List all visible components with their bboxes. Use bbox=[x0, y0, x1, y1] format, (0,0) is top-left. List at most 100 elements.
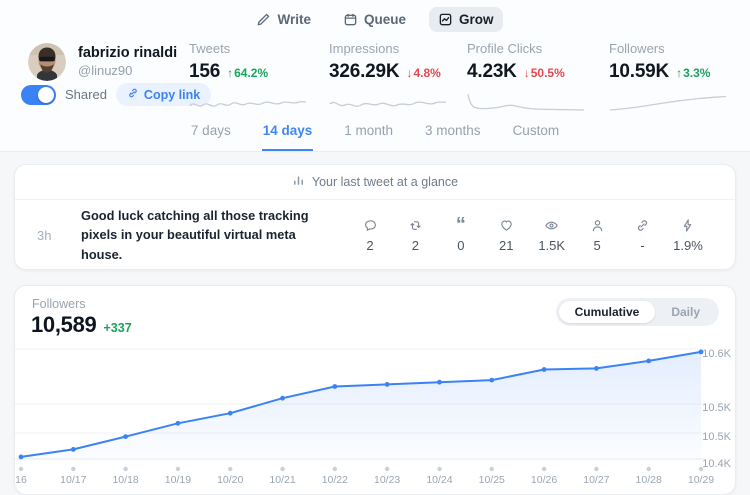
like-icon bbox=[499, 217, 514, 233]
stat-followers: Followers 10.59K ↑ 3.3% bbox=[609, 41, 741, 115]
svg-text:10/22: 10/22 bbox=[322, 474, 348, 486]
profile-clicks-sparkline bbox=[467, 91, 585, 115]
svg-text:10.6K: 10.6K bbox=[702, 348, 731, 360]
toggle-knob bbox=[38, 87, 54, 103]
followers-card: Followers 10,589 +337 Cumulative Daily 1… bbox=[14, 285, 736, 495]
stat-label: Profile Clicks bbox=[467, 41, 599, 56]
queue-button[interactable]: Queue bbox=[334, 7, 415, 32]
metric-value: 1.5K bbox=[538, 238, 565, 253]
svg-text:10/29: 10/29 bbox=[688, 474, 714, 486]
svg-text:10/20: 10/20 bbox=[217, 474, 243, 486]
glance-header: Your last tweet at a glance bbox=[15, 165, 735, 200]
svg-text:10.5K: 10.5K bbox=[702, 402, 731, 414]
queue-label: Queue bbox=[364, 12, 406, 27]
stat-delta: ↑ 64.2% bbox=[227, 66, 268, 80]
tweet-metrics: 2 2 “ 0 21 1.5K 5 bbox=[333, 217, 713, 253]
metric-engagement: 1.9% bbox=[673, 217, 703, 253]
shared-label: Shared bbox=[65, 87, 107, 102]
stat-label: Followers bbox=[609, 41, 741, 56]
tab-3-months[interactable]: 3 months bbox=[424, 117, 482, 151]
shared-toggle[interactable] bbox=[21, 85, 56, 105]
metric-quotes: “ 0 bbox=[446, 217, 476, 253]
metric-replies: 2 bbox=[355, 217, 385, 253]
metric-likes: 21 bbox=[491, 217, 521, 253]
grow-button[interactable]: Grow bbox=[429, 7, 503, 32]
tweet-row: 3h Good luck catching all those tracking… bbox=[15, 200, 735, 270]
link-clicks-icon bbox=[635, 217, 650, 233]
svg-text:10/21: 10/21 bbox=[269, 474, 295, 486]
chart-mode-toggle: Cumulative Daily bbox=[556, 298, 719, 326]
profile-name: fabrizio rinaldi bbox=[78, 45, 177, 61]
header: Write Queue Grow fabrizio rinaldi @linuz… bbox=[0, 0, 750, 152]
tweets-sparkline bbox=[189, 91, 307, 115]
engagement-icon bbox=[680, 217, 695, 233]
metric-value: - bbox=[640, 238, 644, 253]
metric-value: 1.9% bbox=[673, 238, 703, 253]
metric-value: 2 bbox=[412, 238, 419, 253]
last-tweet-card: Your last tweet at a glance 3h Good luck… bbox=[14, 164, 736, 270]
svg-text:10.4K: 10.4K bbox=[702, 458, 731, 470]
svg-text:10/24: 10/24 bbox=[426, 474, 452, 486]
daily-segment[interactable]: Daily bbox=[655, 301, 716, 323]
quote-icon: “ bbox=[456, 217, 466, 233]
metric-value: 2 bbox=[366, 238, 373, 253]
followers-chart[interactable]: 10.6K 10.5K 10.5K 10.4K 16 10/17 10/18 10/19 10/… bbox=[15, 334, 737, 494]
svg-text:10/18: 10/18 bbox=[112, 474, 138, 486]
top-nav: Write Queue Grow bbox=[0, 7, 750, 32]
avatar bbox=[28, 43, 66, 81]
metric-value: 21 bbox=[499, 238, 513, 253]
stat-value: 4.23K bbox=[467, 61, 517, 83]
tab-14-days[interactable]: 14 days bbox=[262, 117, 314, 151]
svg-text:10/27: 10/27 bbox=[583, 474, 609, 486]
svg-text:10/25: 10/25 bbox=[479, 474, 505, 486]
stat-delta: ↓ 50.5% bbox=[524, 66, 565, 80]
stat-value: 326.29K bbox=[329, 61, 399, 83]
stat-label: Tweets bbox=[189, 41, 321, 56]
svg-text:10/28: 10/28 bbox=[636, 474, 662, 486]
metric-value: 5 bbox=[593, 238, 600, 253]
metric-profile-visits: 5 bbox=[582, 217, 612, 253]
tweet-text: Good luck catching all those tracking pi… bbox=[81, 206, 333, 264]
stat-delta: ↑ 3.3% bbox=[676, 66, 710, 80]
pencil-icon bbox=[256, 12, 271, 27]
cumulative-segment[interactable]: Cumulative bbox=[559, 301, 656, 323]
range-tabs: 7 days 14 days 1 month 3 months Custom bbox=[0, 117, 750, 151]
stat-value: 156 bbox=[189, 61, 220, 83]
stat-label: Impressions bbox=[329, 41, 461, 56]
tab-custom[interactable]: Custom bbox=[512, 117, 561, 151]
stat-value: 10.59K bbox=[609, 61, 669, 83]
stat-delta: ↓ 4.8% bbox=[406, 66, 440, 80]
svg-text:10.5K: 10.5K bbox=[702, 431, 731, 443]
svg-text:10/26: 10/26 bbox=[531, 474, 557, 486]
followers-delta: +337 bbox=[104, 321, 132, 335]
stat-tweets: Tweets 156 ↑ 64.2% bbox=[189, 41, 321, 115]
calendar-icon bbox=[343, 12, 358, 27]
write-button[interactable]: Write bbox=[247, 7, 320, 32]
svg-text:10/19: 10/19 bbox=[165, 474, 191, 486]
tab-7-days[interactable]: 7 days bbox=[190, 117, 232, 151]
svg-text:10/17: 10/17 bbox=[60, 474, 86, 486]
profile-handle: @linuz90 bbox=[78, 63, 132, 78]
write-label: Write bbox=[277, 12, 311, 27]
retweet-icon bbox=[408, 217, 423, 233]
svg-text:10/23: 10/23 bbox=[374, 474, 400, 486]
growth-chart-icon bbox=[438, 12, 453, 27]
bar-chart-icon bbox=[292, 173, 305, 191]
share-row: Shared Copy link bbox=[21, 83, 211, 106]
impressions-sparkline bbox=[329, 91, 447, 115]
profile-visits-icon bbox=[590, 217, 605, 233]
metric-retweets: 2 bbox=[400, 217, 430, 253]
metric-value: 0 bbox=[457, 238, 464, 253]
tab-1-month[interactable]: 1 month bbox=[343, 117, 394, 151]
followers-sparkline bbox=[609, 91, 727, 115]
tweet-time: 3h bbox=[37, 228, 81, 243]
impressions-icon bbox=[544, 217, 559, 233]
reply-icon bbox=[363, 217, 378, 233]
metric-impressions: 1.5K bbox=[537, 217, 567, 253]
stat-profile-clicks: Profile Clicks 4.23K ↓ 50.5% bbox=[467, 41, 599, 115]
metric-link-clicks: - bbox=[628, 217, 658, 253]
svg-text:16: 16 bbox=[15, 474, 27, 486]
stat-impressions: Impressions 326.29K ↓ 4.8% bbox=[329, 41, 461, 115]
link-icon bbox=[127, 87, 139, 102]
followers-label: Followers bbox=[32, 297, 86, 311]
